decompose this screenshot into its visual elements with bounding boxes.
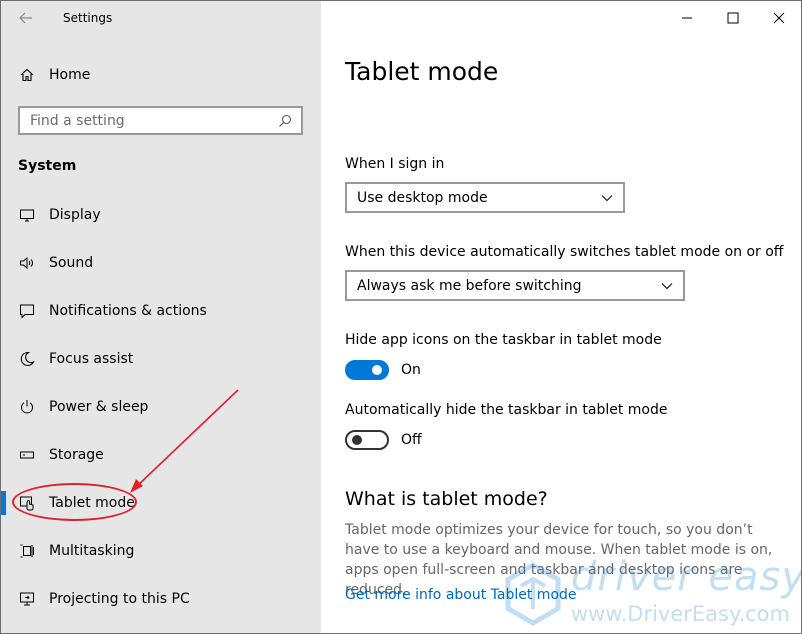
hide-taskbar-toggle[interactable]	[345, 430, 389, 450]
settings-window: Settings Home System Display	[0, 0, 802, 634]
sidebar-item-projecting[interactable]: Projecting to this PC	[1, 579, 321, 619]
sidebar-item-label: Home	[49, 67, 91, 83]
sign-in-label: When I sign in	[345, 156, 445, 172]
maximize-button[interactable]	[713, 5, 753, 31]
hide-taskbar-toggle-row: Off	[345, 430, 422, 450]
close-button[interactable]	[759, 5, 799, 31]
sign-in-value: Use desktop mode	[357, 189, 488, 206]
home-icon	[16, 64, 38, 86]
hide-taskbar-state: Off	[401, 432, 422, 448]
sound-icon	[16, 252, 38, 274]
auto-switch-label: When this device automatically switches …	[345, 244, 784, 260]
sidebar-item-label: Multitasking	[49, 543, 135, 559]
hide-icons-toggle[interactable]	[345, 360, 389, 380]
storage-icon	[16, 444, 38, 466]
power-icon	[16, 396, 38, 418]
search-box[interactable]	[18, 106, 303, 135]
auto-switch-dropdown[interactable]: Always ask me before switching	[345, 270, 685, 301]
search-input[interactable]	[20, 107, 275, 134]
watermark-url: www.DriverEasy.com	[571, 602, 790, 626]
section-heading-system: System	[18, 158, 77, 174]
sign-in-dropdown[interactable]: Use desktop mode	[345, 182, 625, 213]
sidebar-item-label: Storage	[49, 447, 104, 463]
chevron-down-icon	[601, 194, 613, 201]
toggle-knob	[372, 365, 382, 375]
more-info-link[interactable]: Get more info about Tablet mode	[345, 587, 577, 603]
sidebar-item-storage[interactable]: Storage	[1, 435, 321, 475]
back-arrow-icon	[19, 12, 32, 24]
app-title: Settings	[63, 11, 113, 25]
sidebar-item-label: Sound	[49, 255, 94, 271]
auto-switch-value: Always ask me before switching	[357, 277, 582, 294]
multitasking-icon	[16, 540, 38, 562]
sidebar-item-multitasking[interactable]: Multitasking	[1, 531, 321, 571]
sidebar-item-label: Display	[49, 207, 101, 223]
display-icon	[16, 204, 38, 226]
hide-icons-state: On	[401, 362, 421, 378]
close-icon	[773, 12, 785, 24]
projecting-icon	[16, 588, 38, 610]
back-button[interactable]	[11, 5, 41, 31]
sidebar: Settings Home System Display	[1, 1, 321, 633]
sidebar-item-notifications[interactable]: Notifications & actions	[1, 291, 321, 331]
toggle-knob	[352, 435, 362, 445]
search-icon[interactable]	[275, 111, 295, 131]
sidebar-item-display[interactable]: Display	[1, 195, 321, 235]
sidebar-item-home[interactable]: Home	[1, 59, 321, 91]
page-title: Tablet mode	[345, 57, 499, 86]
sidebar-item-label: Notifications & actions	[49, 303, 207, 319]
what-is-heading: What is tablet mode?	[345, 488, 548, 510]
tablet-mode-icon	[16, 492, 38, 514]
hide-icons-toggle-row: On	[345, 360, 421, 380]
moon-icon	[16, 348, 38, 370]
chevron-down-icon	[661, 282, 673, 289]
maximize-icon	[727, 12, 739, 24]
hide-icons-label: Hide app icons on the taskbar in tablet …	[345, 332, 662, 348]
hide-taskbar-label: Automatically hide the taskbar in tablet…	[345, 402, 668, 418]
sidebar-item-label: Power & sleep	[49, 399, 149, 415]
sidebar-item-focus-assist[interactable]: Focus assist	[1, 339, 321, 379]
sidebar-item-label: Focus assist	[49, 351, 134, 367]
notifications-icon	[16, 300, 38, 322]
main-content: Tablet mode When I sign in Use desktop m…	[321, 1, 801, 633]
minimize-icon	[682, 17, 692, 19]
sidebar-item-label: Tablet mode	[49, 495, 135, 511]
sidebar-item-tablet-mode[interactable]: Tablet mode	[1, 483, 321, 523]
minimize-button[interactable]	[667, 5, 707, 31]
sidebar-item-label: Projecting to this PC	[49, 591, 190, 607]
sidebar-item-sound[interactable]: Sound	[1, 243, 321, 283]
sidebar-item-power-sleep[interactable]: Power & sleep	[1, 387, 321, 427]
